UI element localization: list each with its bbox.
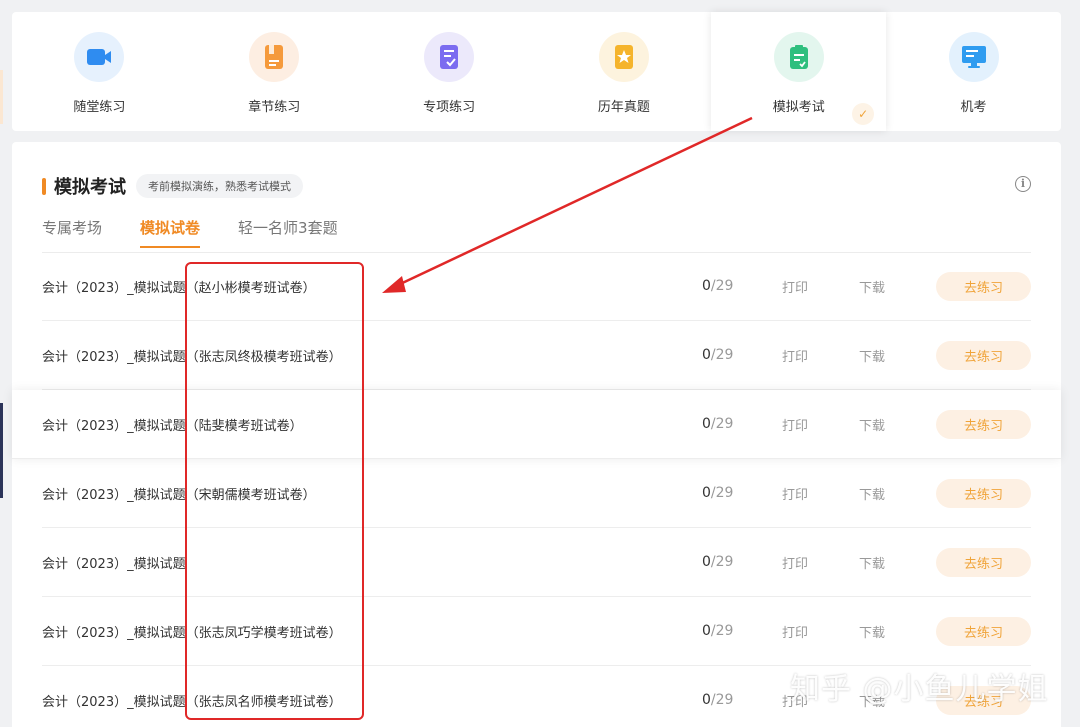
table-row: 会计（2023）_模拟试题 0/29 打印 下载 去练习 — [42, 528, 1031, 597]
paper-title: 会计（2023）_模拟试题（张志凤终极模考班试卷） — [42, 349, 342, 365]
mode-label: 模拟考试 — [772, 100, 825, 115]
mode-chapter[interactable]: 章节练习 — [187, 12, 362, 131]
print-link[interactable]: 打印 — [782, 277, 859, 296]
table-row: 会计（2023）_模拟试题（宋朝儒模考班试卷） 0/29 打印 下载 去练习 — [42, 459, 1031, 528]
practice-button[interactable]: 去练习 — [936, 478, 1031, 508]
download-link[interactable]: 下载 — [859, 484, 936, 503]
tab-mock-papers[interactable]: 模拟试卷 — [140, 217, 201, 248]
mode-selector: 随堂练习 章节练习 专项练习 历年真题 模拟考试 ✓ 机考 — [12, 12, 1061, 131]
progress-count: 0/29 — [702, 347, 734, 363]
download-link[interactable]: 下载 — [859, 622, 936, 641]
practice-button[interactable]: 去练习 — [936, 340, 1031, 370]
mode-special[interactable]: 专项练习 — [362, 12, 537, 131]
mode-past-exams[interactable]: 历年真题 — [536, 12, 711, 131]
left-edge-strip — [0, 70, 3, 124]
exam-icon — [773, 32, 824, 82]
print-link[interactable]: 打印 — [782, 346, 859, 365]
checklist-icon — [424, 32, 475, 82]
table-row: 会计（2023）_模拟试题（张志凤巧学模考班试卷） 0/29 打印 下载 去练习 — [42, 597, 1031, 666]
book-icon — [249, 32, 300, 82]
practice-button[interactable]: 去练习 — [936, 271, 1031, 301]
left-edge-strip-dark — [0, 403, 3, 498]
mode-label: 随堂练习 — [73, 100, 126, 115]
print-link[interactable]: 打印 — [782, 622, 859, 641]
tab-teacher-sets[interactable]: 轻一名师3套题 — [238, 217, 338, 248]
section-title: 模拟考试 — [54, 177, 126, 198]
practice-button[interactable]: 去练习 — [936, 616, 1031, 646]
progress-count: 0/29 — [702, 416, 734, 432]
check-icon: ✓ — [852, 103, 875, 125]
paper-title: 会计（2023）_模拟试题（张志凤名师模考班试卷） — [42, 694, 342, 710]
table-row: 会计（2023）_模拟试题（张志凤终极模考班试卷） 0/29 打印 下载 去练习 — [42, 321, 1031, 390]
table-row: 会计（2023）_模拟试题（赵小彬模考班试卷） 0/29 打印 下载 去练习 — [42, 252, 1031, 321]
paper-title: 会计（2023）_模拟试题（宋朝儒模考班试卷） — [42, 487, 316, 503]
print-link[interactable]: 打印 — [782, 484, 859, 503]
print-link[interactable]: 打印 — [782, 553, 859, 572]
info-icon[interactable]: i — [1015, 176, 1031, 192]
progress-count: 0/29 — [702, 623, 734, 639]
mock-exam-panel: 模拟考试 考前模拟演练，熟悉考试模式 i 专属考场 模拟试卷 轻一名师3套题 会… — [12, 142, 1061, 727]
mode-mock-exam[interactable]: 模拟考试 ✓ — [711, 12, 887, 131]
monitor-icon — [948, 32, 999, 82]
table-row: 会计（2023）_模拟试题（陆斐模考班试卷） 0/29 打印 下载 去练习 — [12, 390, 1061, 459]
tab-bar: 专属考场 模拟试卷 轻一名师3套题 — [42, 217, 338, 248]
watermark: 知乎 @小鱼儿学姐 — [790, 672, 1049, 707]
mode-suitang[interactable]: 随堂练习 — [12, 12, 187, 131]
section-tag: 考前模拟演练，熟悉考试模式 — [136, 174, 303, 198]
tab-exclusive-room[interactable]: 专属考场 — [42, 217, 102, 248]
mode-label: 章节练习 — [248, 100, 301, 115]
mode-label: 专项练习 — [423, 100, 476, 115]
practice-button[interactable]: 去练习 — [936, 547, 1031, 577]
video-icon — [74, 32, 125, 82]
paper-title: 会计（2023）_模拟试题（陆斐模考班试卷） — [42, 418, 303, 434]
download-link[interactable]: 下载 — [859, 415, 936, 434]
print-link[interactable]: 打印 — [782, 415, 859, 434]
mode-label: 机考 — [960, 100, 987, 115]
star-book-icon — [598, 32, 649, 82]
section-header: 模拟考试 考前模拟演练，熟悉考试模式 — [42, 173, 303, 199]
paper-title: 会计（2023）_模拟试题 — [42, 556, 186, 572]
progress-count: 0/29 — [702, 278, 734, 294]
mode-label: 历年真题 — [597, 100, 650, 115]
title-accent-bar — [42, 177, 46, 195]
practice-button[interactable]: 去练习 — [936, 409, 1031, 439]
progress-count: 0/29 — [702, 692, 734, 708]
progress-count: 0/29 — [702, 485, 734, 501]
download-link[interactable]: 下载 — [859, 553, 936, 572]
progress-count: 0/29 — [702, 554, 734, 570]
paper-title: 会计（2023）_模拟试题（张志凤巧学模考班试卷） — [42, 625, 342, 641]
paper-title: 会计（2023）_模拟试题（赵小彬模考班试卷） — [42, 280, 316, 296]
paper-list: 会计（2023）_模拟试题（赵小彬模考班试卷） 0/29 打印 下载 去练习 会… — [12, 252, 1061, 727]
mode-computer-exam[interactable]: 机考 — [886, 12, 1061, 131]
download-link[interactable]: 下载 — [859, 346, 936, 365]
download-link[interactable]: 下载 — [859, 277, 936, 296]
